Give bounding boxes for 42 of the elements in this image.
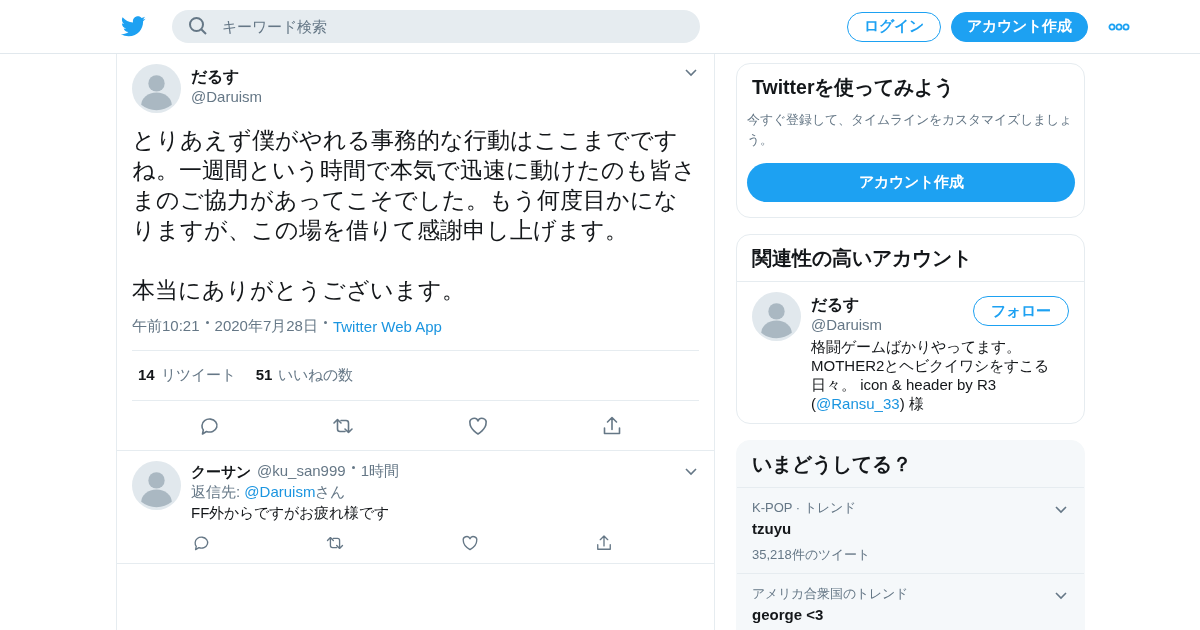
- mention-link[interactable]: @Ransu_33: [816, 395, 900, 412]
- user-handle[interactable]: @Daruism: [191, 87, 683, 107]
- avatar: [132, 64, 181, 113]
- user-handle[interactable]: @ku_san999: [257, 461, 346, 481]
- account-bio: 格闘ゲームばかりやってます。MOTHER2とヘビクイワシをすこる日々。 icon & header by R3 (@Ransu_33) 様: [811, 337, 1051, 413]
- trend-context: アメリカ合衆国のトレンド: [752, 585, 909, 603]
- bird-icon[interactable]: [120, 15, 146, 38]
- mention-link[interactable]: @Daruism: [244, 483, 316, 500]
- trend-context: K-POP · トレンド: [752, 499, 857, 517]
- share-icon[interactable]: [594, 533, 614, 553]
- stat-label[interactable]: いいねの数: [278, 366, 354, 385]
- trend-count: 35,218件のツイート: [752, 546, 871, 564]
- card-title: Twitterを使ってみよう: [751, 75, 956, 100]
- stat-count: 51: [255, 366, 273, 385]
- trend-name[interactable]: tzuyu: [752, 518, 1053, 540]
- trend-name[interactable]: george <3: [752, 604, 1053, 626]
- search-field[interactable]: キーワード検索: [172, 10, 700, 43]
- stat-label[interactable]: リツイート: [160, 366, 236, 385]
- tweet-date: 2020年7月28日: [214, 316, 318, 336]
- reply-text: FF外からですがお疲れ様です: [191, 503, 391, 523]
- avatar: [132, 461, 181, 510]
- tweet-time: 午前10:21: [132, 316, 200, 336]
- card-title: いまどうしてる？: [751, 452, 913, 477]
- stat-count: 14: [138, 366, 155, 385]
- tweet-text: 本当にありがとうございます。: [132, 276, 466, 305]
- signup-button[interactable]: アカウント作成: [951, 11, 1088, 42]
- reply-context: 返信先: @Daruismさん: [191, 482, 347, 502]
- card-title: 関連性の高いアカウント: [751, 246, 973, 271]
- more-icon[interactable]: [1108, 22, 1130, 31]
- reply-time: 1時間: [360, 461, 399, 481]
- user-handle[interactable]: @Daruism: [811, 315, 973, 335]
- user-name[interactable]: だるす: [811, 294, 973, 315]
- user-name[interactable]: クーサン: [191, 461, 251, 481]
- signup-button[interactable]: アカウント作成: [747, 163, 1075, 202]
- source-link[interactable]: Twitter Web App: [332, 317, 442, 335]
- card-text: 今すぐ登録して、タイムラインをカスタマイズしましょう。: [746, 111, 1073, 149]
- login-button[interactable]: ログイン: [847, 11, 941, 42]
- tweet-text: とりあえず僕がやれる事務的な行動はここまでですね。一週間という時間で本気で迅速に動けたのも皆さまのご協力があってこそでした。もう何度目かになりますが、この場を借りて感謝申し上げます。: [132, 126, 697, 245]
- avatar: [752, 292, 801, 341]
- follow-button[interactable]: フォロー: [973, 296, 1069, 326]
- user-name[interactable]: だるす: [191, 66, 683, 87]
- search-icon[interactable]: [188, 16, 208, 36]
